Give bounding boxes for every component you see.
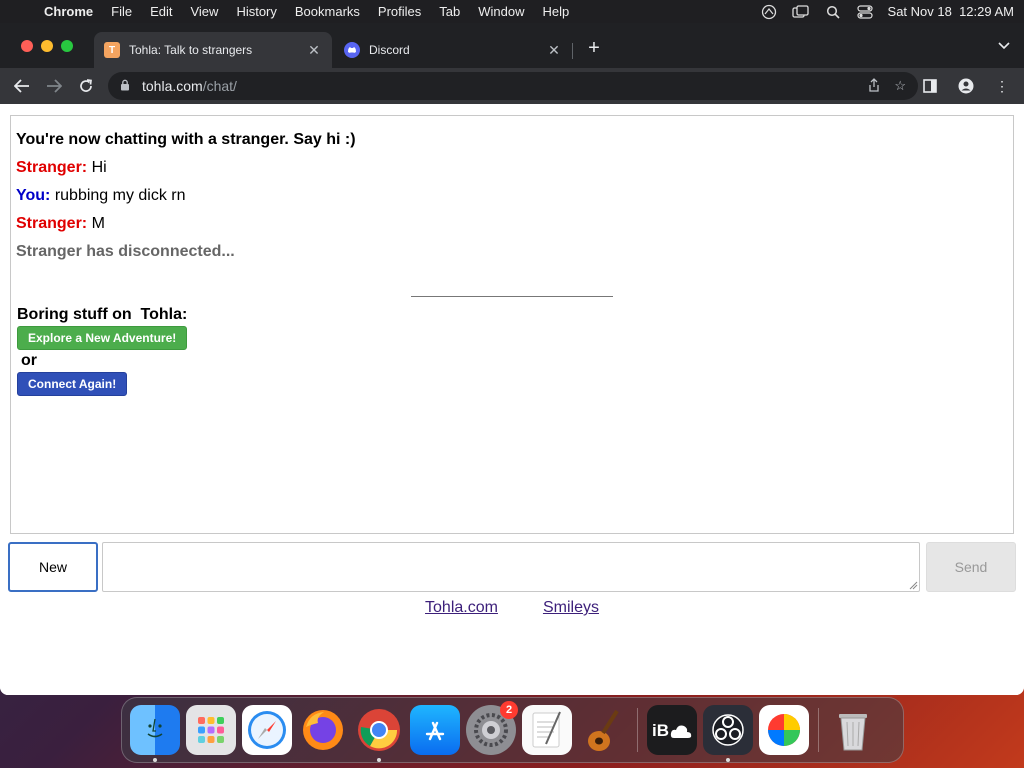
- message-text: M: [91, 215, 105, 232]
- chat-log: You're now chatting with a stranger. Say…: [10, 115, 1014, 534]
- more-menu-icon[interactable]: ⋮: [988, 72, 1016, 100]
- tab-discord[interactable]: Discord ✕: [334, 32, 572, 68]
- url-host: tohla.com: [142, 78, 203, 94]
- fullscreen-window-button[interactable]: [61, 40, 73, 52]
- send-button[interactable]: Send: [926, 542, 1016, 592]
- message-text: Hi: [91, 159, 107, 176]
- message-speaker: Stranger:: [16, 215, 88, 232]
- tohla-home-link[interactable]: Tohla.com: [425, 599, 498, 617]
- tab-separator: [572, 43, 573, 59]
- url-path: /chat/: [202, 78, 237, 94]
- tab-title: Discord: [369, 43, 410, 57]
- tab-tohla[interactable]: T Tohla: Talk to strangers ✕: [94, 32, 332, 68]
- notification-badge: 2: [500, 701, 518, 719]
- menu-tab[interactable]: Tab: [439, 4, 460, 19]
- chrome-icon[interactable]: [354, 705, 404, 762]
- chat-message: Stranger: Hi: [16, 156, 1008, 184]
- close-tab-icon[interactable]: ✕: [306, 42, 322, 59]
- browser-toolbar: tohla.com/chat/ ☆ ⋮: [0, 68, 1024, 104]
- menu-bookmarks[interactable]: Bookmarks: [295, 4, 360, 19]
- message-text: rubbing my dick rn: [54, 187, 186, 204]
- chat-intro: You're now chatting with a stranger. Say…: [16, 131, 356, 148]
- smileys-link[interactable]: Smileys: [543, 599, 599, 617]
- bookmark-star-icon[interactable]: ☆: [894, 78, 906, 95]
- boring-stuff-label: Boring stuff on Tohla:: [17, 306, 188, 323]
- dock-separator: [818, 708, 819, 752]
- menu-history[interactable]: History: [236, 4, 276, 19]
- menu-app-name[interactable]: Chrome: [44, 4, 93, 19]
- message-input[interactable]: [102, 542, 920, 592]
- safari-icon[interactable]: [242, 705, 292, 755]
- footer-links: Tohla.com Smileys: [0, 599, 1024, 617]
- side-panel-icon[interactable]: [916, 72, 944, 100]
- browser-window: T Tohla: Talk to strangers ✕ Discord ✕ +: [0, 23, 1024, 695]
- share-icon[interactable]: [868, 77, 880, 95]
- disconnect-status: Stranger has disconnected...: [16, 243, 235, 260]
- reload-button[interactable]: [72, 72, 100, 100]
- control-center-icon[interactable]: [856, 4, 874, 20]
- minimize-window-button[interactable]: [41, 40, 53, 52]
- tohla-favicon-icon: T: [104, 42, 120, 58]
- lock-icon[interactable]: [120, 79, 134, 94]
- finder-icon[interactable]: [130, 705, 180, 762]
- menu-file[interactable]: File: [111, 4, 132, 19]
- chat-message: You: rubbing my dick rn: [16, 184, 1008, 212]
- menu-profiles[interactable]: Profiles: [378, 4, 421, 19]
- icloud-backup-icon[interactable]: iB: [647, 705, 697, 755]
- divider: [411, 296, 613, 297]
- close-tab-icon[interactable]: ✕: [546, 42, 562, 59]
- address-bar[interactable]: tohla.com/chat/ ☆: [108, 72, 918, 100]
- message-speaker: Stranger:: [16, 159, 88, 176]
- color-app-icon[interactable]: [759, 705, 809, 755]
- connect-again-button[interactable]: Connect Again!: [17, 372, 128, 396]
- or-label: or: [21, 352, 37, 369]
- tab-title: Tohla: Talk to strangers: [129, 43, 253, 57]
- tab-search-chevron-icon[interactable]: [998, 39, 1010, 53]
- obs-icon[interactable]: [703, 705, 753, 762]
- spotlight-search-icon[interactable]: [824, 4, 842, 20]
- launchpad-icon[interactable]: [186, 705, 236, 755]
- garageband-icon[interactable]: [578, 705, 628, 755]
- discord-icon: [344, 42, 360, 58]
- chat-page: You're now chatting with a stranger. Say…: [0, 104, 1024, 695]
- firefox-icon[interactable]: [298, 705, 348, 755]
- menu-help[interactable]: Help: [543, 4, 570, 19]
- macos-menubar: Chrome File Edit View History Bookmarks …: [0, 0, 1024, 23]
- screen-mirroring-icon[interactable]: [791, 4, 810, 20]
- message-speaker: You:: [16, 187, 51, 204]
- macos-dock: 2 iB: [121, 697, 904, 763]
- textedit-icon[interactable]: [522, 705, 572, 755]
- resize-grip-icon[interactable]: [908, 580, 918, 590]
- back-button[interactable]: [8, 72, 36, 100]
- app-store-icon[interactable]: [410, 705, 460, 755]
- running-indicator: [726, 758, 730, 762]
- chat-message: Stranger: M: [16, 212, 1008, 240]
- tab-strip: T Tohla: Talk to strangers ✕ Discord ✕ +: [0, 23, 1024, 68]
- new-tab-button[interactable]: +: [584, 37, 604, 60]
- menu-window[interactable]: Window: [478, 4, 524, 19]
- forward-button[interactable]: [40, 72, 68, 100]
- dock-separator: [637, 708, 638, 752]
- close-window-button[interactable]: [21, 40, 33, 52]
- creative-cloud-icon[interactable]: [760, 4, 778, 20]
- menu-edit[interactable]: Edit: [150, 4, 172, 19]
- running-indicator: [153, 758, 157, 762]
- svg-text:iB: iB: [652, 721, 669, 740]
- profile-avatar-icon[interactable]: [952, 72, 980, 100]
- apple-menu-icon[interactable]: [18, 4, 34, 20]
- window-controls: [21, 40, 73, 52]
- menubar-clock[interactable]: Sat Nov 18 12:29 AM: [888, 4, 1014, 19]
- running-indicator: [377, 758, 381, 762]
- new-chat-button[interactable]: New: [8, 542, 98, 592]
- trash-icon[interactable]: [828, 705, 878, 755]
- menu-view[interactable]: View: [190, 4, 218, 19]
- system-preferences-icon[interactable]: 2: [466, 701, 518, 755]
- explore-adventure-button[interactable]: Explore a New Adventure!: [17, 326, 188, 350]
